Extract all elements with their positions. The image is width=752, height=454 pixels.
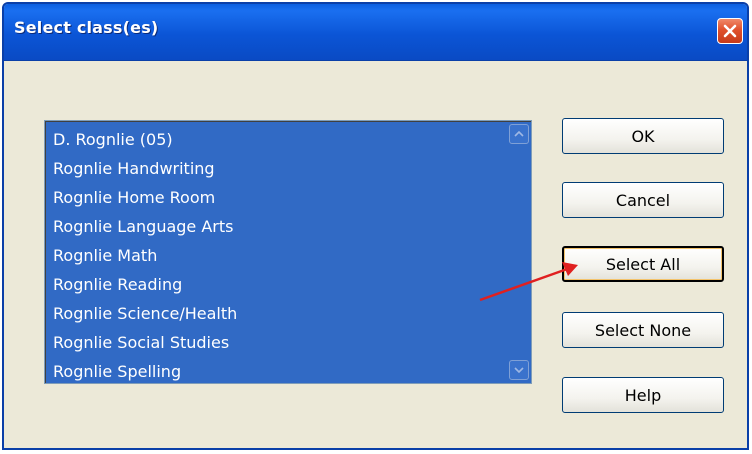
- class-listbox[interactable]: D. Rognlie (05) Rognlie Handwriting Rogn…: [44, 120, 532, 384]
- close-icon: [723, 24, 737, 38]
- close-button[interactable]: [717, 18, 743, 44]
- list-item[interactable]: Rognlie Home Room: [49, 183, 504, 212]
- list-item[interactable]: Rognlie Science/Health: [49, 299, 504, 328]
- chevron-up-icon: [514, 130, 524, 137]
- list-item[interactable]: Rognlie Social Studies: [49, 328, 504, 357]
- dialog-title: Select class(es): [14, 18, 159, 37]
- scroll-down-button[interactable]: [509, 360, 529, 380]
- chevron-down-icon: [514, 367, 524, 374]
- class-list: D. Rognlie (05) Rognlie Handwriting Rogn…: [49, 125, 504, 386]
- vertical-scrollbar[interactable]: [508, 122, 530, 382]
- select-classes-dialog: Select class(es) D. Rognlie (05) Rognlie…: [2, 2, 749, 450]
- list-item[interactable]: Rognlie Language Arts: [49, 212, 504, 241]
- list-item[interactable]: Rognlie Spelling: [49, 357, 504, 386]
- select-none-button[interactable]: Select None: [562, 312, 724, 348]
- title-bar[interactable]: Select class(es): [4, 4, 747, 61]
- help-button[interactable]: Help: [562, 377, 724, 413]
- list-item[interactable]: Rognlie Handwriting: [49, 154, 504, 183]
- cancel-button[interactable]: Cancel: [562, 182, 724, 218]
- list-item[interactable]: Rognlie Reading: [49, 270, 504, 299]
- list-item[interactable]: Rognlie Math: [49, 241, 504, 270]
- ok-button[interactable]: OK: [562, 118, 724, 154]
- scroll-up-button[interactable]: [509, 124, 529, 144]
- list-item[interactable]: D. Rognlie (05): [49, 125, 504, 154]
- annotation-arrow: [479, 262, 578, 302]
